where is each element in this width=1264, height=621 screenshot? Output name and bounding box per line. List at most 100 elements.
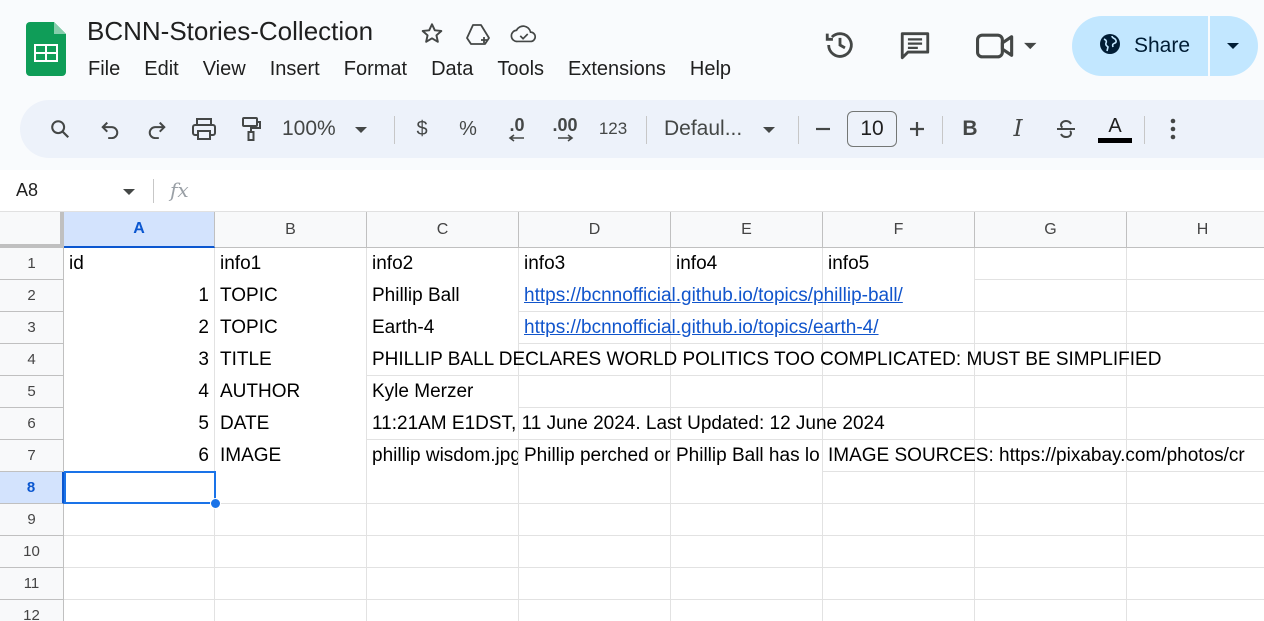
search-menus-icon[interactable] [46, 100, 74, 158]
spreadsheet-grid[interactable]: A B C D E F G H 1 2 3 4 5 6 7 8 9 10 11 12 id info1 info2 info3… [0, 212, 1264, 621]
cell-a4[interactable]: 3 [64, 344, 214, 376]
paint-format-icon[interactable] [236, 100, 266, 158]
row-header-10[interactable]: 10 [0, 536, 64, 568]
cell-c5[interactable]: Kyle Merzer [367, 376, 518, 408]
cell-b1[interactable]: info1 [215, 248, 366, 280]
cell-b2[interactable]: TOPIC [215, 280, 366, 312]
comments-icon[interactable] [898, 28, 932, 67]
print-icon[interactable] [189, 100, 219, 158]
decrease-decimal-button[interactable]: .0 [500, 100, 534, 158]
menu-extensions[interactable]: Extensions [556, 56, 678, 82]
increase-decimal-label: .00 [552, 115, 578, 135]
cell-a5[interactable]: 4 [64, 376, 214, 408]
cell-b6[interactable]: DATE [215, 408, 366, 440]
row-header-4[interactable]: 4 [0, 344, 64, 376]
row-header-5[interactable]: 5 [0, 376, 64, 408]
cell-a2[interactable]: 1 [64, 280, 214, 312]
menu-help[interactable]: Help [678, 56, 743, 82]
cell-a6[interactable]: 5 [64, 408, 214, 440]
cell-a7[interactable]: 6 [64, 440, 214, 472]
cell-d2[interactable]: https://bcnnofficial.github.io/topics/ph… [519, 280, 903, 312]
currency-format-button[interactable]: $ [410, 100, 434, 158]
toolbar-divider [798, 116, 799, 144]
fill-handle[interactable] [210, 498, 221, 509]
increase-font-size-icon[interactable] [906, 100, 928, 158]
more-formats-button[interactable]: 123 [594, 100, 632, 158]
cell-e1[interactable]: info4 [671, 248, 822, 280]
cell-f7[interactable]: IMAGE SOURCES: https://pixabay.com/photo… [823, 440, 1245, 472]
column-header-f[interactable]: F [823, 212, 975, 248]
font-family-select[interactable]: Defaul... [664, 100, 782, 158]
row-header-7[interactable]: 7 [0, 440, 64, 472]
row-header-6[interactable]: 6 [0, 408, 64, 440]
globe-icon [1098, 32, 1122, 61]
cell-d3[interactable]: https://bcnnofficial.github.io/topics/ea… [519, 312, 879, 344]
row-header-8[interactable]: 8 [0, 472, 64, 504]
name-box-caret-icon[interactable] [122, 184, 136, 202]
decrease-font-size-icon[interactable] [812, 100, 834, 158]
menu-format[interactable]: Format [332, 56, 419, 82]
document-title[interactable]: BCNN-Stories-Collection [87, 16, 373, 47]
row-header-11[interactable]: 11 [0, 568, 64, 600]
cloud-saved-icon[interactable] [510, 20, 538, 48]
strikethrough-icon[interactable] [1052, 100, 1080, 158]
cell-b3[interactable]: TOPIC [215, 312, 366, 344]
menu-view[interactable]: View [191, 56, 258, 82]
font-caret-icon [762, 118, 776, 141]
name-box[interactable]: A8 [16, 180, 38, 201]
cell-a3[interactable]: 2 [64, 312, 214, 344]
font-size-input[interactable]: 10 [847, 111, 897, 147]
version-history-icon[interactable] [822, 28, 858, 67]
selected-cell-outline[interactable] [64, 471, 216, 504]
meet-video-icon[interactable] [976, 30, 1038, 67]
formula-bar: A8 fx [0, 170, 1264, 212]
cell-c1[interactable]: info2 [367, 248, 518, 280]
menu-file[interactable]: File [76, 56, 132, 82]
percent-format-button[interactable]: % [456, 100, 480, 158]
column-header-d[interactable]: D [519, 212, 671, 248]
move-to-drive-icon[interactable] [464, 20, 492, 48]
row-header-12[interactable]: 12 [0, 600, 64, 621]
cell-c2[interactable]: Phillip Ball [367, 280, 518, 312]
row-header-3[interactable]: 3 [0, 312, 64, 344]
row-header-2[interactable]: 2 [0, 280, 64, 312]
zoom-select[interactable]: 100% [282, 100, 386, 158]
cell-f1[interactable]: info5 [823, 248, 974, 280]
cell-d7[interactable]: Phillip perched on [519, 440, 670, 472]
cell-b7[interactable]: IMAGE [215, 440, 366, 472]
cell-b4[interactable]: TITLE [215, 344, 366, 376]
sheets-logo-icon[interactable] [26, 22, 66, 76]
menu-insert[interactable]: Insert [258, 56, 332, 82]
menu-data[interactable]: Data [419, 56, 485, 82]
menu-tools[interactable]: Tools [485, 56, 556, 82]
column-header-h[interactable]: H [1127, 212, 1264, 248]
column-header-c[interactable]: C [367, 212, 519, 248]
zoom-value: 100% [282, 117, 336, 140]
column-header-b[interactable]: B [215, 212, 367, 248]
cell-a1[interactable]: id [64, 248, 214, 280]
cell-c4[interactable]: PHILLIP BALL DECLARES WORLD POLITICS TOO… [367, 344, 1161, 376]
increase-decimal-button[interactable]: .00 [546, 100, 584, 158]
row-header-9[interactable]: 9 [0, 504, 64, 536]
cell-b5[interactable]: AUTHOR [215, 376, 366, 408]
cell-c6[interactable]: 11:21AM E1DST, 11 June 2024. Last Update… [367, 408, 885, 440]
cell-c3[interactable]: Earth-4 [367, 312, 518, 344]
share-dropdown-icon[interactable] [1222, 38, 1244, 59]
undo-icon[interactable] [96, 100, 124, 158]
row-header-1[interactable]: 1 [0, 248, 64, 280]
column-header-e[interactable]: E [671, 212, 823, 248]
select-all-corner[interactable] [0, 212, 64, 248]
share-button[interactable]: Share [1072, 16, 1208, 76]
cell-e7[interactable]: Phillip Ball has lo [671, 440, 822, 472]
column-header-a[interactable]: A [64, 212, 215, 248]
italic-button[interactable]: I [1006, 100, 1030, 158]
cell-d1[interactable]: info3 [519, 248, 670, 280]
menu-edit[interactable]: Edit [132, 56, 190, 82]
more-options-icon[interactable] [1162, 100, 1184, 158]
star-icon[interactable] [418, 20, 446, 48]
column-header-g[interactable]: G [975, 212, 1127, 248]
text-color-button[interactable]: A [1096, 100, 1134, 158]
cell-c7[interactable]: phillip wisdom.jpg [367, 440, 518, 472]
bold-button[interactable]: B [958, 100, 982, 158]
redo-icon[interactable] [143, 100, 171, 158]
